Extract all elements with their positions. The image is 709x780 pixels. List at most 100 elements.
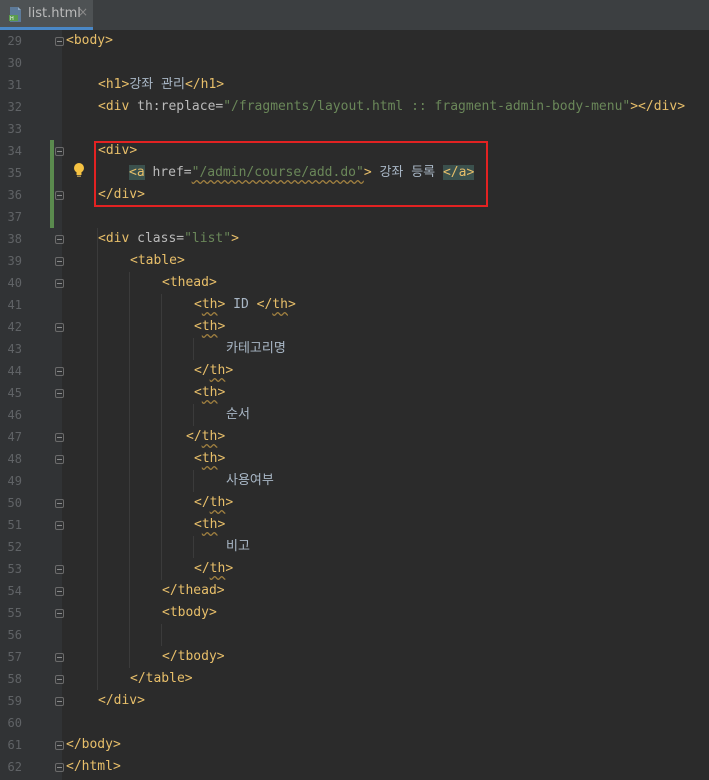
code-line-50[interactable]: </th> [194, 492, 233, 514]
code-line-53[interactable]: </th> [194, 558, 233, 580]
text-content: 비고 [226, 539, 250, 554]
tag-bracket: < [162, 275, 170, 290]
fold-icon[interactable] [55, 147, 64, 156]
tab-list-html[interactable]: H list.html × [0, 0, 93, 30]
fold-icon[interactable] [55, 565, 64, 574]
vcs-change-marker[interactable] [50, 140, 54, 228]
fold-icon[interactable] [55, 191, 64, 200]
fold-icon[interactable] [55, 609, 64, 618]
line-number: 45 [7, 386, 22, 400]
fold-icon[interactable] [55, 587, 64, 596]
tag-name: th [209, 561, 226, 576]
fold-icon[interactable] [55, 389, 64, 398]
tag-bracket: > [216, 77, 225, 92]
line-number: 44 [7, 364, 22, 378]
tag-bracket: > [225, 363, 234, 378]
close-icon[interactable]: × [78, 5, 88, 19]
code-line-46[interactable]: 순서 [226, 404, 250, 426]
line-number: 41 [7, 298, 22, 312]
code-line-47[interactable]: </th> [186, 426, 225, 448]
attribute-name: class= [129, 231, 185, 246]
tag-name: div [113, 693, 138, 708]
tag-bracket: > [112, 759, 121, 774]
code-line-43[interactable]: 카테고리명 [226, 338, 286, 360]
text-content: ID [225, 297, 257, 312]
tag-bracket: </ [194, 495, 210, 510]
tag-name: tbody [177, 649, 217, 664]
code-line-42[interactable]: <th> [194, 316, 225, 338]
code-line-58[interactable]: </table> [130, 668, 193, 690]
tag-name: h1 [200, 77, 217, 92]
line-number: 57 [7, 650, 22, 664]
fold-icon[interactable] [55, 235, 64, 244]
code-line-45[interactable]: <th> [194, 382, 225, 404]
fold-icon[interactable] [55, 675, 64, 684]
indent-guide [193, 338, 194, 360]
fold-icon[interactable] [55, 741, 64, 750]
code-line-31[interactable]: <h1>강좌 관리</h1> [98, 74, 224, 96]
tag-bracket: </ [66, 759, 82, 774]
code-line-32[interactable]: <div th:replace="/fragments/layout.html … [98, 96, 685, 118]
code-line-39[interactable]: <table> [130, 250, 185, 272]
code-line-40[interactable]: <thead> [162, 272, 217, 294]
line-number: 36 [7, 188, 22, 202]
tag-bracket: > [225, 561, 234, 576]
tag-name: th [201, 517, 218, 532]
tag-bracket: < [66, 33, 74, 48]
fold-icon[interactable] [55, 653, 64, 662]
tag-name: th [272, 297, 288, 312]
tag-bracket: > [231, 231, 239, 246]
tag-name: tbody [169, 605, 209, 620]
indent-guide [193, 536, 194, 558]
code-line-29[interactable]: <body> [66, 30, 113, 52]
fold-icon[interactable] [55, 697, 64, 706]
code-line-61[interactable]: </body> [66, 734, 121, 756]
line-number: 52 [7, 540, 22, 554]
code-line-59[interactable]: </div> [98, 690, 145, 712]
highlight-box [94, 141, 488, 207]
fold-icon[interactable] [55, 433, 64, 442]
code-line-52[interactable]: 비고 [226, 536, 250, 558]
line-number: 62 [7, 760, 22, 774]
fold-icon[interactable] [55, 499, 64, 508]
tag-bracket: > [225, 495, 234, 510]
code-line-44[interactable]: </th> [194, 360, 233, 382]
tag-bracket: < [98, 99, 106, 114]
line-number: 29 [7, 34, 22, 48]
indent-guide [97, 228, 98, 690]
code-line-55[interactable]: <tbody> [162, 602, 217, 624]
fold-icon[interactable] [55, 521, 64, 530]
fold-icon[interactable] [55, 279, 64, 288]
code-line-51[interactable]: <th> [194, 514, 225, 536]
code-line-57[interactable]: </tbody> [162, 646, 225, 668]
fold-icon[interactable] [55, 367, 64, 376]
lightbulb-icon[interactable] [73, 162, 85, 178]
fold-icon[interactable] [55, 763, 64, 772]
tag-name: thead [177, 583, 217, 598]
line-number: 56 [7, 628, 22, 642]
html-file-icon: H [9, 7, 21, 22]
fold-icon[interactable] [55, 455, 64, 464]
tag-name: h1 [105, 77, 122, 92]
indent-guide [161, 294, 162, 580]
tag-bracket: > [217, 429, 226, 444]
tag-bracket: </ [66, 737, 82, 752]
code-line-41[interactable]: <th> ID </th> [194, 294, 296, 316]
code-line-54[interactable]: </thead> [162, 580, 225, 602]
fold-icon[interactable] [55, 37, 64, 46]
code-line-48[interactable]: <th> [194, 448, 225, 470]
fold-icon[interactable] [55, 323, 64, 332]
tag-bracket: < [194, 451, 202, 466]
code-line-62[interactable]: </html> [66, 756, 121, 778]
tag-bracket: > [217, 385, 226, 400]
tag-bracket: > [112, 737, 121, 752]
code-line-38[interactable]: <div class="list"> [98, 228, 239, 250]
tag-bracket: </ [256, 297, 273, 312]
tag-bracket: < [194, 297, 202, 312]
tag-bracket: > [105, 33, 113, 48]
tag-bracket: > [217, 451, 226, 466]
code-line-49[interactable]: 사용여부 [226, 470, 274, 492]
tag-bracket: </ [194, 363, 210, 378]
line-number: 30 [7, 56, 22, 70]
fold-icon[interactable] [55, 257, 64, 266]
